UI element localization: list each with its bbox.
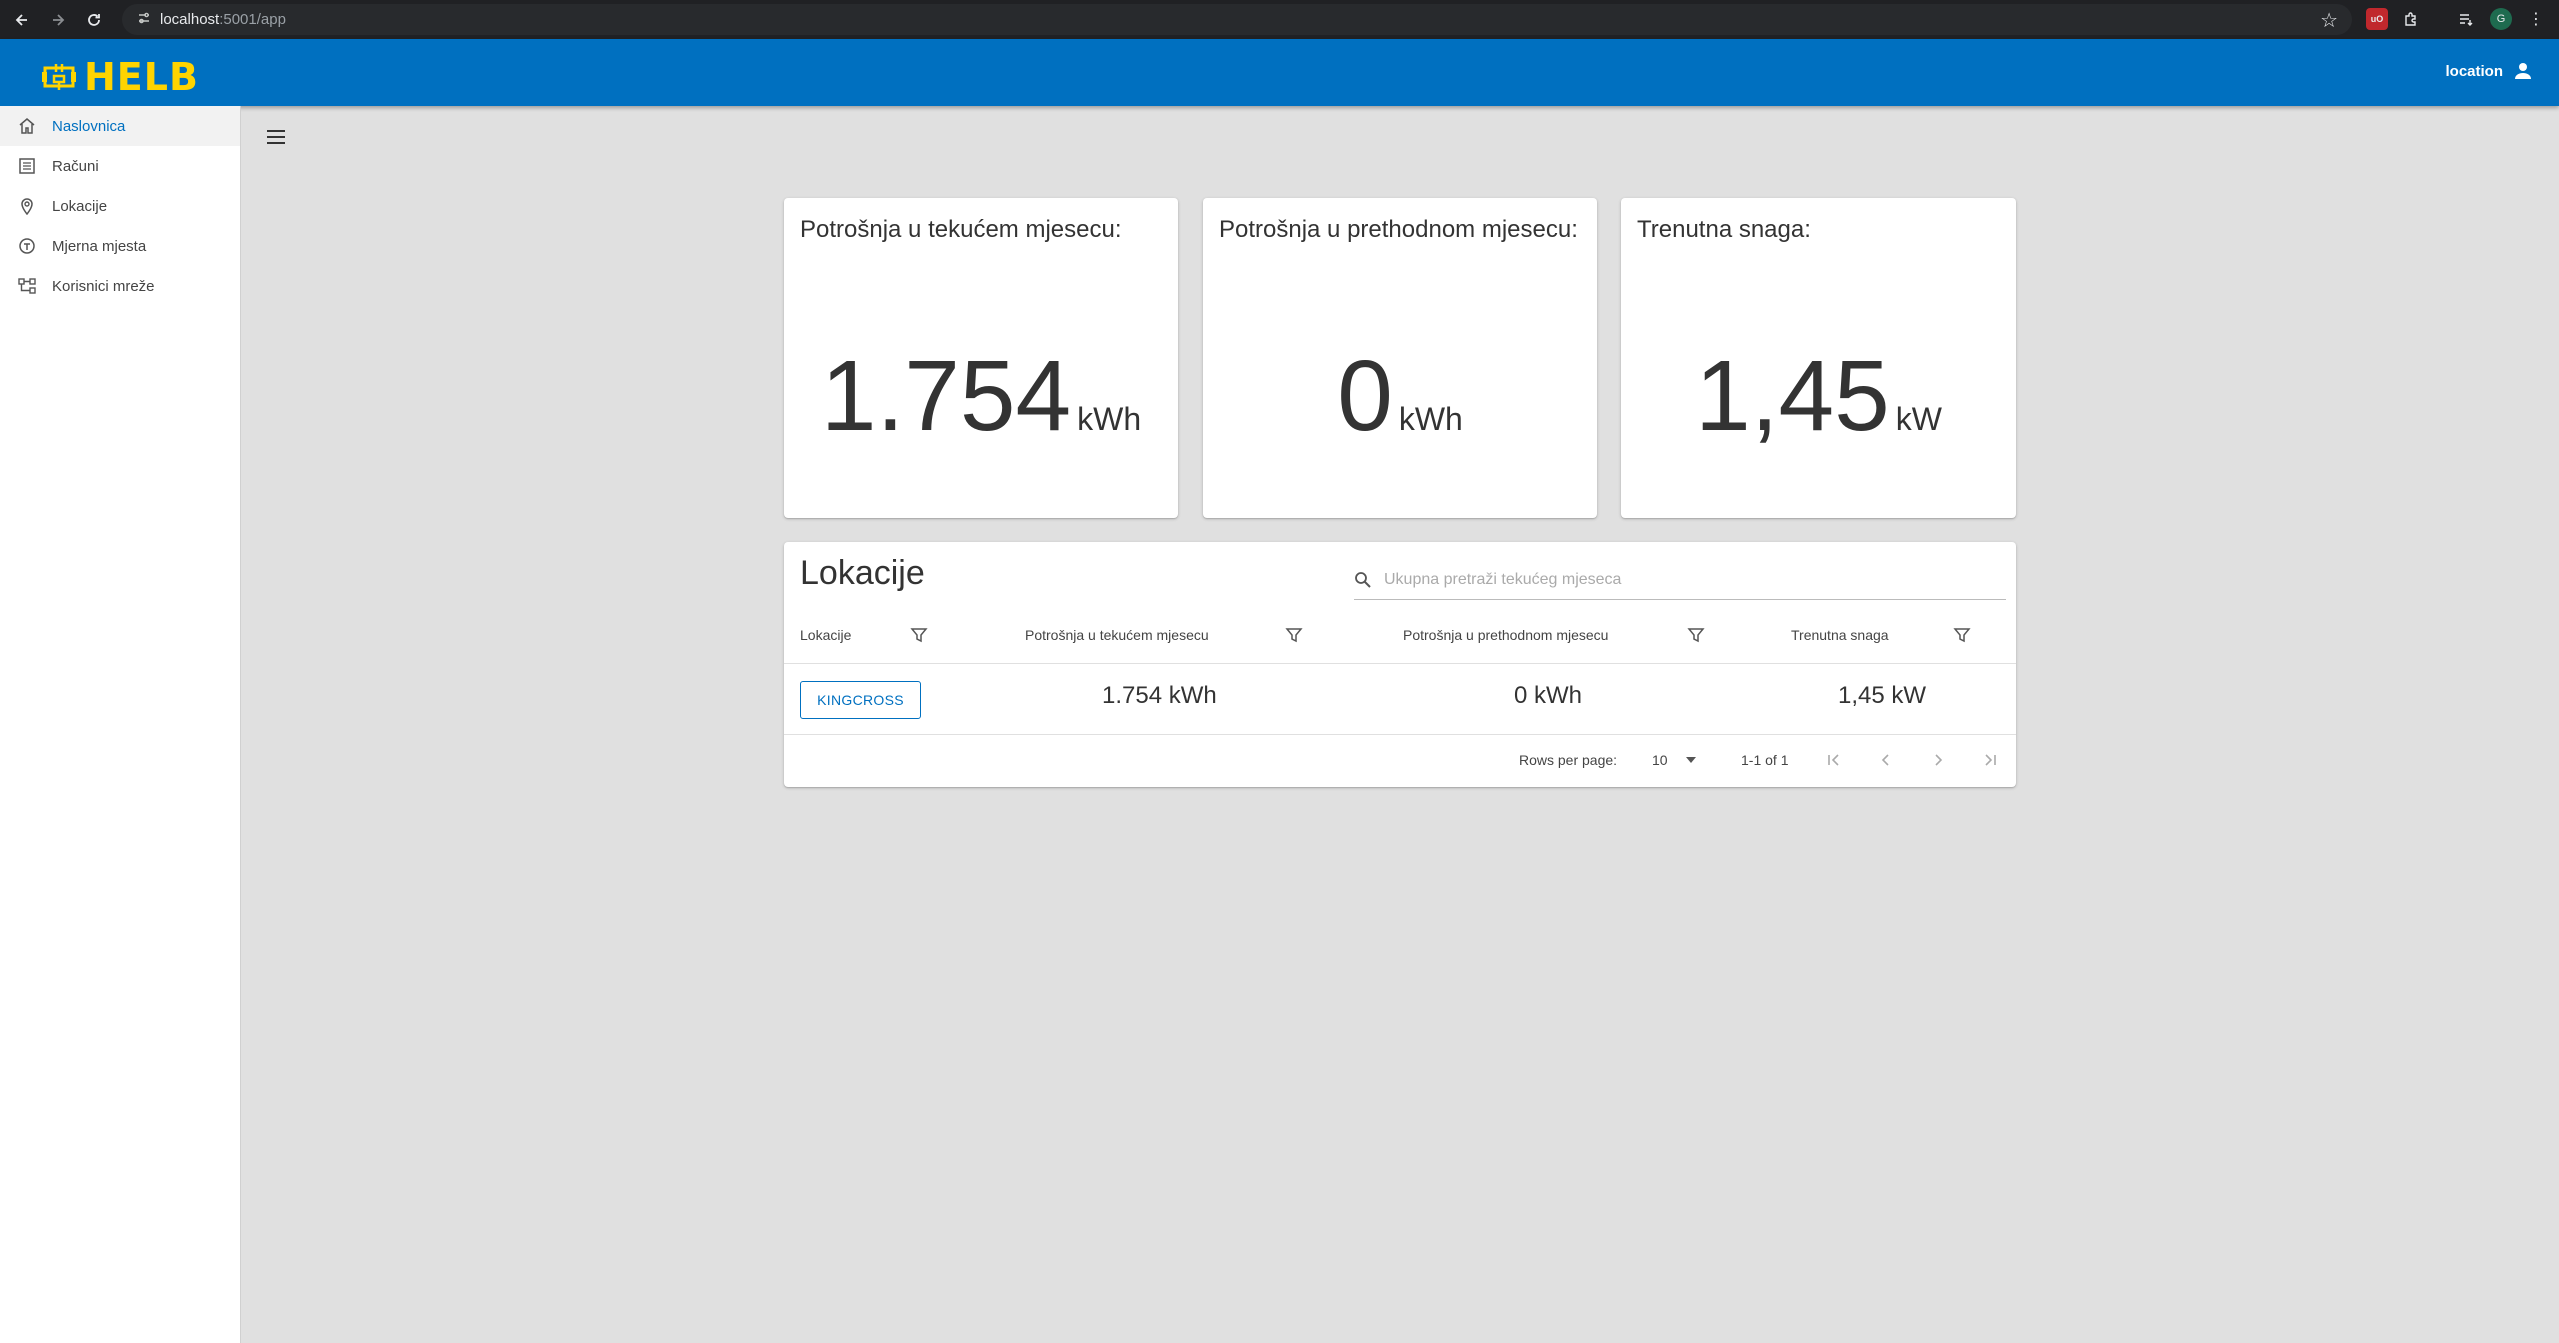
rows-per-page-select[interactable]: 10 <box>1652 752 1696 768</box>
cell-previous-month: 0 kWh <box>1514 682 1583 709</box>
sidebar-item-label: Lokacije <box>52 197 108 215</box>
search-input[interactable] <box>1380 570 1980 589</box>
cell-current-month: 1.754 kWh <box>1102 682 1217 709</box>
stat-unit: kW <box>1895 401 1942 437</box>
logo-plug-icon <box>42 64 76 90</box>
sidebar-item-korisnici-mreze[interactable]: Korisnici mreže <box>0 266 240 306</box>
profile-avatar-icon[interactable]: G <box>2490 8 2512 30</box>
list-icon <box>16 155 38 177</box>
stat-value: 1.754 kWh <box>784 346 1178 446</box>
user-label: location <box>2445 62 2503 80</box>
column-header-previous-month[interactable]: Potrošnja u prethodnom mjesecu <box>1403 624 1608 646</box>
location-pin-icon <box>16 195 38 217</box>
rows-per-page-label: Rows per page: <box>1519 752 1618 768</box>
stat-title: Potrošnja u tekućem mjesecu: <box>800 216 1122 243</box>
sidebar-item-label: Mjerna mjesta <box>52 237 147 255</box>
cell-current-power: 1,45 kW <box>1838 682 1927 709</box>
rows-per-page-value: 10 <box>1652 752 1668 768</box>
first-page-icon[interactable] <box>1820 746 1848 774</box>
url-path: :5001/app <box>219 11 286 28</box>
stat-unit: kWh <box>1398 401 1463 437</box>
stat-card-current-month: Potrošnja u tekućem mjesecu: 1.754 kWh <box>784 198 1178 518</box>
search-field[interactable] <box>1354 560 2006 600</box>
previous-page-icon[interactable] <box>1872 746 1900 774</box>
sidebar-item-label: Korisnici mreže <box>52 277 155 295</box>
home-icon <box>16 115 38 137</box>
column-header-current-month[interactable]: Potrošnja u tekućem mjesecu <box>1025 624 1209 646</box>
app-logo[interactable]: HELB <box>42 55 199 99</box>
stat-card-previous-month: Potrošnja u prethodnom mjesecu: 0 kWh <box>1203 198 1597 518</box>
stat-number: 0 <box>1337 340 1393 452</box>
stat-number: 1.754 <box>820 340 1072 452</box>
search-icon <box>1354 571 1380 589</box>
locations-table-card: Lokacije Lokacije Potrošnja u tekućem mj… <box>784 542 2016 787</box>
forward-icon[interactable] <box>40 2 76 38</box>
next-page-icon[interactable] <box>1924 746 1952 774</box>
sidebar-item-lokacije[interactable]: Lokacije <box>0 186 240 226</box>
logo-text: HELB <box>84 55 199 99</box>
table-title: Lokacije <box>800 554 925 592</box>
sidebar-item-label: Računi <box>52 157 99 175</box>
back-icon[interactable] <box>4 2 40 38</box>
extension-ublock-icon[interactable]: uO <box>2366 8 2388 30</box>
stat-number: 1,45 <box>1695 340 1890 452</box>
header-divider <box>784 663 2016 664</box>
sidebar-item-label: Naslovnica <box>52 117 126 135</box>
reload-icon[interactable] <box>76 2 112 38</box>
app-bar: HELB location <box>0 39 2559 106</box>
stat-value: 1,45 kW <box>1621 346 2016 446</box>
last-page-icon[interactable] <box>1976 746 2004 774</box>
filter-icon[interactable] <box>1953 626 1971 644</box>
browser-menu-icon[interactable]: ⋮ <box>2525 8 2547 30</box>
pagination-range: 1-1 of 1 <box>1741 752 1789 768</box>
stat-value: 0 kWh <box>1203 346 1597 446</box>
sidebar: Naslovnica Računi Lokacije Mjerna mjesta… <box>0 106 241 1343</box>
url-text: localhost:5001/app <box>160 11 286 28</box>
extensions-puzzle-icon[interactable] <box>2400 8 2422 30</box>
stat-title: Trenutna snaga: <box>1637 216 1811 243</box>
stat-card-current-power: Trenutna snaga: 1,45 kW <box>1621 198 2016 518</box>
filter-icon[interactable] <box>1687 626 1705 644</box>
network-icon <box>16 275 38 297</box>
stat-title: Potrošnja u prethodnom mjesecu: <box>1219 216 1578 243</box>
location-button[interactable]: KINGCROSS <box>800 681 921 719</box>
sidebar-item-racuni[interactable]: Računi <box>0 146 240 186</box>
filter-icon[interactable] <box>910 626 928 644</box>
column-header-lokacije[interactable]: Lokacije <box>800 624 851 646</box>
filter-icon[interactable] <box>1285 626 1303 644</box>
user-icon <box>2515 63 2531 79</box>
dropdown-arrow-icon <box>1685 757 1696 763</box>
hamburger-menu-icon[interactable] <box>262 125 290 149</box>
meter-icon <box>16 235 38 257</box>
site-info-icon[interactable] <box>128 11 160 28</box>
url-host: localhost <box>160 11 220 28</box>
user-menu[interactable]: location <box>2445 61 2533 81</box>
column-header-current-power[interactable]: Trenutna snaga <box>1791 624 1889 646</box>
sidebar-item-naslovnica[interactable]: Naslovnica <box>0 106 240 146</box>
reading-list-icon[interactable] <box>2455 8 2477 30</box>
bookmark-star-icon[interactable]: ☆ <box>2320 8 2338 33</box>
sidebar-item-mjerna-mjesta[interactable]: Mjerna mjesta <box>0 226 240 266</box>
stat-unit: kWh <box>1077 401 1142 437</box>
browser-toolbar: localhost:5001/app ☆ uO G ⋮ <box>0 0 2559 39</box>
row-divider <box>784 734 2016 735</box>
address-bar[interactable]: localhost:5001/app ☆ <box>122 4 2352 35</box>
